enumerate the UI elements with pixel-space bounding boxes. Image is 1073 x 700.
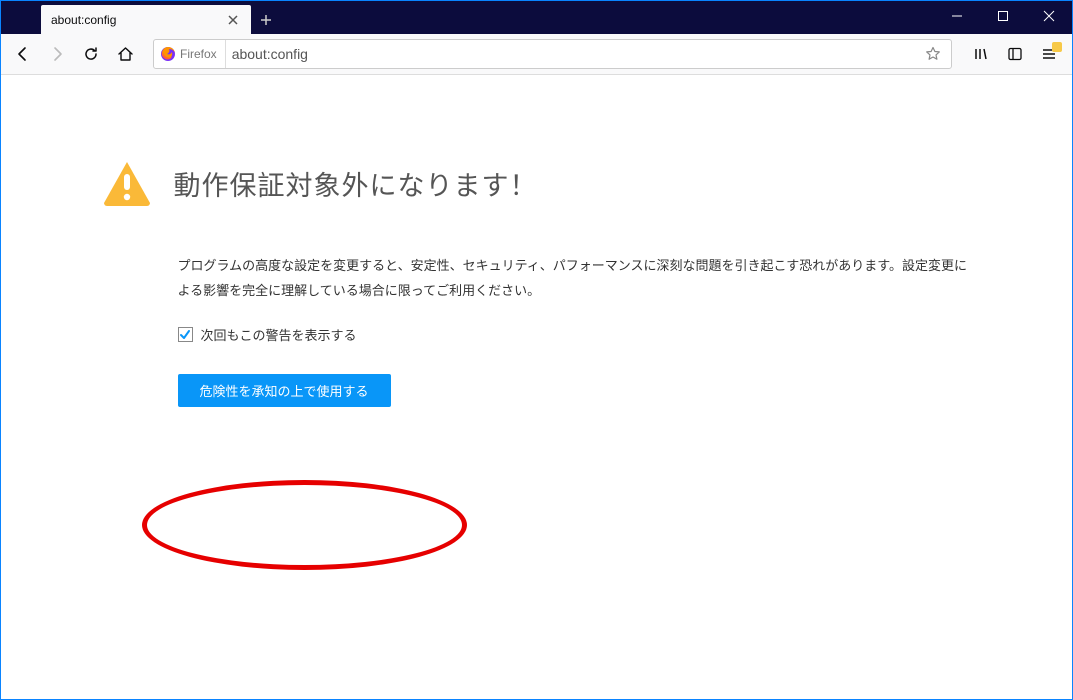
close-icon[interactable]: [225, 12, 241, 28]
firefox-icon: [160, 46, 176, 62]
reload-button[interactable]: [75, 38, 107, 70]
warning-header: 動作保証対象外になります！: [102, 160, 972, 206]
tab-label: about:config: [51, 13, 217, 27]
warning-title: 動作保証対象外になります！: [174, 164, 538, 203]
home-button[interactable]: [109, 38, 141, 70]
url-input[interactable]: [232, 46, 915, 62]
checkbox-label: 次回もこの警告を表示する: [201, 325, 357, 344]
tab-about-config[interactable]: about:config: [41, 5, 251, 34]
maximize-button[interactable]: [980, 1, 1026, 30]
show-warning-checkbox-row[interactable]: 次回もこの警告を表示する: [178, 325, 972, 344]
back-button[interactable]: [7, 38, 39, 70]
accept-risk-button[interactable]: 危険性を承知の上で使用する: [178, 374, 391, 407]
checkbox[interactable]: [178, 327, 193, 342]
warning-box: 動作保証対象外になります！ プログラムの高度な設定を変更すると、安定性、セキュリ…: [102, 160, 972, 407]
annotation-highlight-ellipse: [142, 480, 467, 570]
identity-block[interactable]: Firefox: [160, 40, 226, 68]
toolbar: Firefox: [1, 34, 1072, 75]
warning-body: プログラムの高度な設定を変更すると、安定性、セキュリティ、パフォーマンスに深刻な…: [102, 254, 972, 407]
identity-label: Firefox: [180, 47, 217, 61]
menu-button[interactable]: [1032, 38, 1066, 70]
window-controls: [934, 1, 1072, 34]
forward-button[interactable]: [41, 38, 73, 70]
bookmark-star-icon[interactable]: [921, 46, 945, 62]
sidebar-button[interactable]: [998, 38, 1032, 70]
tabs-row: about:config: [1, 1, 281, 34]
toolbar-right: [964, 38, 1066, 70]
minimize-button[interactable]: [934, 1, 980, 30]
content-area: 動作保証対象外になります！ プログラムの高度な設定を変更すると、安定性、セキュリ…: [1, 75, 1072, 407]
warning-triangle-icon: [102, 160, 152, 206]
titlebar: about:config: [1, 1, 1072, 34]
warning-text: プログラムの高度な設定を変更すると、安定性、セキュリティ、パフォーマンスに深刻な…: [178, 254, 972, 303]
close-window-button[interactable]: [1026, 1, 1072, 30]
new-tab-button[interactable]: [251, 5, 281, 34]
url-bar[interactable]: Firefox: [153, 39, 952, 69]
library-button[interactable]: [964, 38, 998, 70]
